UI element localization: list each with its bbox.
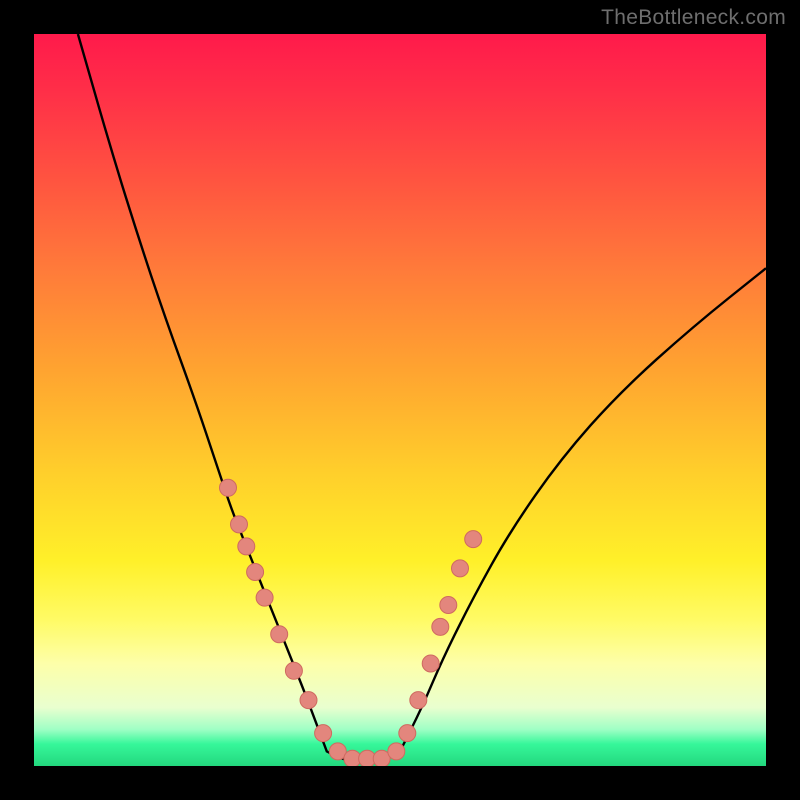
curve-path-group: [78, 34, 766, 762]
curve-marker: [399, 725, 416, 742]
curve-marker: [452, 560, 469, 577]
watermark-text: TheBottleneck.com: [601, 6, 786, 30]
curve-marker: [256, 589, 273, 606]
curve-marker: [440, 597, 457, 614]
plot-area: [34, 34, 766, 766]
bottleneck-curve: [34, 34, 766, 766]
curve-marker: [271, 626, 288, 643]
curve-marker: [247, 564, 264, 581]
curve-marker: [220, 479, 237, 496]
curve-marker: [300, 692, 317, 709]
curve-marker: [315, 725, 332, 742]
curve-marker: [388, 743, 405, 760]
curve-marker: [410, 692, 427, 709]
v-curve-path: [78, 34, 766, 762]
curve-marker: [465, 531, 482, 548]
curve-marker: [231, 516, 248, 533]
curve-marker: [432, 618, 449, 635]
outer-frame: TheBottleneck.com: [0, 0, 800, 800]
curve-marker: [238, 538, 255, 555]
curve-marker: [285, 662, 302, 679]
curve-marker: [422, 655, 439, 672]
curve-markers: [220, 479, 482, 766]
